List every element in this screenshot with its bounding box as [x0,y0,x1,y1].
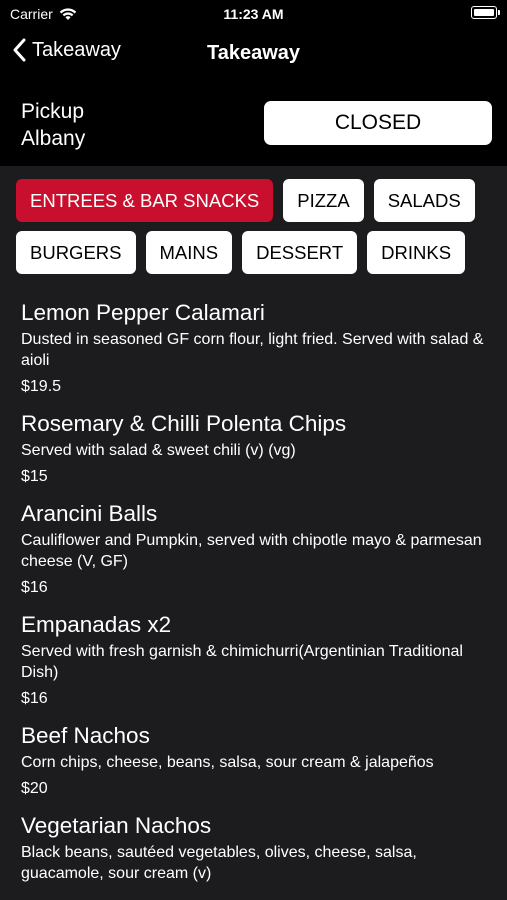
item-description: Cauliflower and Pumpkin, served with chi… [21,532,482,570]
category-mains[interactable]: MAINS [145,231,233,274]
clock: 11:23 AM [223,6,284,22]
item-price: $16 [21,690,48,707]
category-drinks[interactable]: DRINKS [367,231,466,274]
item-price: $15 [21,468,48,485]
item-description: Black beans, sautéed vegetables, olives,… [21,844,417,882]
menu-item[interactable]: Rosemary & Chilli Polenta Chips Served w… [21,409,491,487]
category-dessert[interactable]: DESSERT [242,231,358,274]
item-name: Vegetarian Nachos [21,813,212,838]
pickup-label: Pickup [21,100,85,123]
category-salads[interactable]: SALADS [373,179,475,222]
status-bar: Carrier 11:23 AM [0,0,507,28]
category-burgers[interactable]: BURGERS [16,231,136,274]
item-name: Beef Nachos [21,723,150,748]
category-entrees-bar-snacks[interactable]: ENTREES & BAR SNACKS [16,179,274,222]
menu-list: Lemon Pepper Calamari Dusted in seasoned… [21,298,491,896]
item-description: Corn chips, cheese, beans, salsa, sour c… [21,754,434,771]
category-row-1: ENTREES & BAR SNACKS PIZZA SALADS [16,179,475,222]
item-description: Served with salad & sweet chili (v) (vg) [21,442,296,459]
menu-item[interactable]: Beef Nachos Corn chips, cheese, beans, s… [21,721,491,799]
item-name: Arancini Balls [21,501,158,526]
item-description: Dusted in seasoned GF corn flour, light … [21,331,484,369]
item-name: Lemon Pepper Calamari [21,300,265,325]
menu-item[interactable]: Lemon Pepper Calamari Dusted in seasoned… [21,298,491,397]
item-price: $19.5 [21,378,62,395]
item-price: $20 [21,780,48,797]
menu-item[interactable]: Arancini Balls Cauliflower and Pumpkin, … [21,499,491,598]
pickup-location: Pickup Albany [21,98,85,152]
item-description: Served with fresh garnish & chimichurri(… [21,643,463,681]
location-name: Albany [21,127,86,150]
store-status-button[interactable]: CLOSED [264,101,492,145]
back-button[interactable]: Takeaway [12,38,121,62]
navigation-bar: Takeaway Takeaway [0,28,507,80]
item-name: Rosemary & Chilli Polenta Chips [21,411,347,436]
category-row-2: BURGERS MAINS DESSERT DRINKS [16,231,466,274]
menu-item[interactable]: Empanadas x2 Served with fresh garnish &… [21,610,491,709]
battery-icon [471,6,500,19]
menu-item[interactable]: Vegetarian Nachos Black beans, sautéed v… [21,811,491,884]
item-name: Empanadas x2 [21,612,172,637]
back-button-label: Takeaway [32,38,121,61]
pickup-header: Pickup Albany CLOSED [0,80,507,166]
item-price: $16 [21,579,48,596]
category-pizza[interactable]: PIZZA [283,179,364,222]
chevron-left-icon [13,38,26,62]
